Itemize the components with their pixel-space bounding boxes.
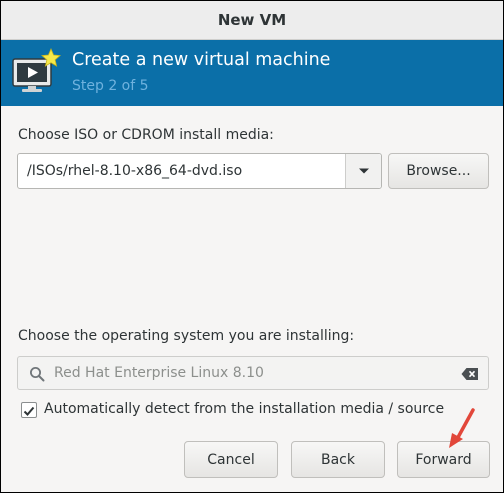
- os-search-field[interactable]: Red Hat Enterprise Linux 8.10: [17, 356, 489, 390]
- browse-button[interactable]: Browse...: [388, 153, 489, 189]
- annotation-arrow-icon: [449, 408, 475, 448]
- install-media-combobox[interactable]: /ISOs/rhel-8.10-x86_64-dvd.iso: [17, 153, 382, 189]
- browse-button-label: Browse...: [406, 163, 471, 179]
- monitor-play-icon: [12, 48, 61, 92]
- dropdown-button[interactable]: [346, 154, 381, 188]
- cancel-button-label: Cancel: [207, 451, 255, 468]
- os-search-input[interactable]: Red Hat Enterprise Linux 8.10: [54, 365, 264, 381]
- forward-button-label: Forward: [415, 451, 472, 468]
- clear-icon[interactable]: [461, 367, 479, 381]
- new-vm-dialog: New VM Create a new virtual machine Step…: [1, 1, 503, 492]
- cancel-button[interactable]: Cancel: [184, 441, 278, 478]
- search-icon: [30, 367, 45, 382]
- auto-detect-checkbox[interactable]: [21, 402, 37, 418]
- chevron-down-icon: [358, 168, 369, 174]
- install-media-label: Choose ISO or CDROM install media:: [18, 127, 274, 143]
- window-title: New VM: [217, 11, 287, 29]
- back-button[interactable]: Back: [291, 441, 385, 478]
- auto-detect-label[interactable]: Automatically detect from the installati…: [44, 401, 444, 417]
- step-indicator: Step 2 of 5: [72, 78, 149, 94]
- back-button-label: Back: [321, 451, 355, 468]
- title-bar[interactable]: New VM: [1, 1, 503, 40]
- os-select-label: Choose the operating system you are inst…: [18, 328, 355, 344]
- header-banner: Create a new virtual machine Step 2 of 5: [1, 40, 503, 106]
- install-media-input[interactable]: /ISOs/rhel-8.10-x86_64-dvd.iso: [27, 163, 242, 179]
- checkmark-icon: [23, 406, 35, 416]
- banner-title: Create a new virtual machine: [72, 50, 331, 70]
